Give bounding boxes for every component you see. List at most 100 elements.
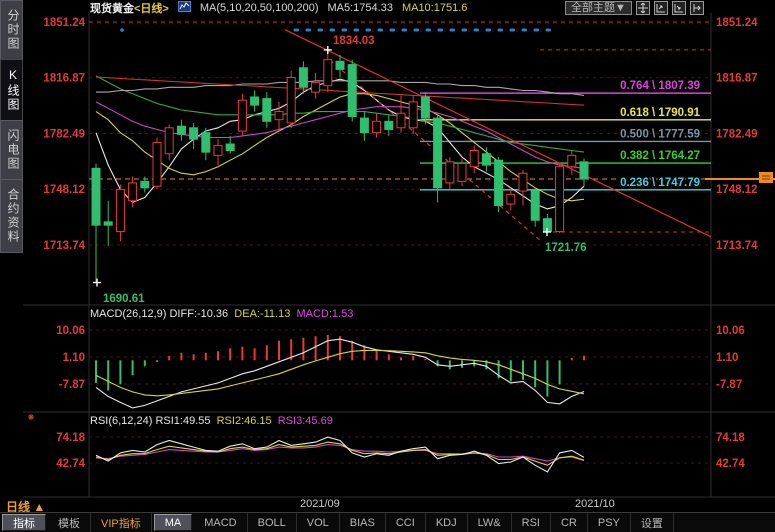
macd-macd-value: MACD:1.53 <box>296 308 353 320</box>
axis-label-left: 1816.87 <box>43 73 85 85</box>
axis-label-right: 1748.12 <box>716 184 758 196</box>
toolbar-item-BOLL[interactable]: BOLL <box>248 513 297 532</box>
sidebar-item-1[interactable]: K线图 <box>0 59 23 120</box>
sidebar-item-0[interactable]: 分时图 <box>0 0 23 59</box>
axis-label-left: 1782.49 <box>43 128 85 140</box>
fib-label: 0.500 \ 1777.59 <box>620 128 700 140</box>
trading-app-window: 1834.031721.761690.610.764 \ 1807.390.61… <box>0 0 775 532</box>
candle-body <box>580 162 588 179</box>
candle-body <box>568 155 576 166</box>
axis-label-right: 1851.24 <box>716 17 758 29</box>
chart-toolbar-top: 全部主题▼ <box>565 1 704 15</box>
rsi-panel <box>96 437 584 472</box>
rsi-line-RSI1 <box>96 437 584 472</box>
rsi2-value: RSI2:46.15 <box>217 415 272 427</box>
toolbar-item-指标[interactable]: 指标 <box>2 514 46 531</box>
candle-body <box>360 118 368 133</box>
rsi-panel-header: RSI(6,12,24) RSI1:49.55 RSI2:46.15 RSI3:… <box>90 415 333 427</box>
candle-body <box>275 112 283 120</box>
macd-panel-header: MACD(26,12,9) DIFF:-10.36 DEA:-11.13 MAC… <box>90 308 353 320</box>
move-crosshair-icon[interactable] <box>636 1 650 15</box>
macd-panel <box>96 335 584 408</box>
price-annotation: 1834.03 <box>333 35 375 47</box>
toolbar-item-VIP指标[interactable]: VIP指标 <box>91 513 152 532</box>
candle-body <box>202 133 210 152</box>
axis-label-right: 1816.87 <box>716 73 758 85</box>
candle-body <box>348 65 356 117</box>
toolbar-item-LW&[interactable]: LW& <box>468 513 512 532</box>
fib-label: 0.764 \ 1807.39 <box>620 80 700 92</box>
toolbar-item-模板[interactable]: 模板 <box>48 513 91 532</box>
candle-body <box>165 128 173 154</box>
candle-body <box>214 146 222 156</box>
toolbar-item-PSY[interactable]: PSY <box>588 513 631 532</box>
period-tag: <日线> <box>134 3 169 15</box>
pane-export-icon[interactable] <box>690 1 704 15</box>
candle-body <box>336 61 344 69</box>
toolbar-item-VOL[interactable]: VOL <box>297 513 340 532</box>
candle-body <box>397 113 405 128</box>
candle-body <box>421 97 429 118</box>
indicator-toolbar: 指标模板VIP指标MAMACDBOLLVOLBIASCCIKDJLW&RSICR… <box>0 512 775 532</box>
axis-label-right: 1782.49 <box>716 128 758 140</box>
candle-body <box>153 142 161 186</box>
candle-body <box>141 181 149 187</box>
axis-label-right: 1713.74 <box>716 240 758 252</box>
toolbar-item-MACD[interactable]: MACD <box>194 513 247 532</box>
candle-body <box>226 144 234 150</box>
axis-label-left: 1748.12 <box>43 184 85 196</box>
blue-kline-icon <box>178 1 191 15</box>
toolbar-item-BIAS[interactable]: BIAS <box>340 513 386 532</box>
macd-dea-value: DEA:-11.13 <box>234 308 290 320</box>
candle-body <box>519 173 527 191</box>
toolbar-item-CCI[interactable]: CCI <box>386 513 426 532</box>
axis-label-left: 1851.24 <box>43 17 85 29</box>
ma-params-label: MA(5,10,20,50,100,200) <box>200 2 319 14</box>
rsi1-value: RSI1:49.55 <box>155 415 210 427</box>
candle-body <box>482 154 490 165</box>
axis-label-right: 74.18 <box>716 432 745 444</box>
price-tag <box>759 172 773 183</box>
x-axis-label-0: 2021/09 <box>300 498 340 510</box>
axis-label-left: 42.74 <box>56 458 85 470</box>
candle-body <box>324 60 332 86</box>
fib-label: 0.236 \ 1747.79 <box>620 177 700 189</box>
sidebar-item-3[interactable]: 合约资料 <box>0 179 23 253</box>
candle-body <box>92 168 100 225</box>
candle-body <box>385 121 393 129</box>
axis-label-right: 42.74 <box>716 458 745 470</box>
axis-zoom-in-icon[interactable] <box>654 1 668 15</box>
candle-body <box>263 99 271 122</box>
axis-label-left: 74.18 <box>56 432 85 444</box>
axis-label-right: -7.87 <box>716 379 742 391</box>
main-panel <box>89 22 712 283</box>
candle-body <box>458 163 466 181</box>
candle-body <box>299 68 307 87</box>
candle-body <box>251 97 259 105</box>
x-axis-label-1: 2021/10 <box>575 498 615 510</box>
chart-canvas[interactable]: 1834.031721.761690.610.764 \ 1807.390.61… <box>0 0 775 532</box>
toolbar-item-KDJ[interactable]: KDJ <box>426 513 468 532</box>
axis-label-right: 10.06 <box>716 325 745 337</box>
price-annotation: 1721.76 <box>545 242 587 254</box>
blue-dot <box>120 28 124 32</box>
toolbar-item-MA[interactable]: MA <box>154 514 193 531</box>
candle-body <box>495 160 503 205</box>
rsi-name: RSI(6,12,24) <box>90 415 152 427</box>
axis-label-left: 1.10 <box>63 352 85 364</box>
fib-label: 0.382 \ 1764.27 <box>620 150 700 162</box>
theme-dropdown-button[interactable]: 全部主题▼ <box>565 1 632 15</box>
candle-body <box>116 189 124 231</box>
toolbar-item-设置[interactable]: 设置 <box>631 513 674 532</box>
axis-zoom-out-icon[interactable] <box>672 1 686 15</box>
sidebar-item-2[interactable]: 闪电图 <box>0 120 23 179</box>
candle-body <box>434 118 442 188</box>
toolbar-item-CR[interactable]: CR <box>551 513 588 532</box>
price-annotation: 1690.61 <box>103 293 145 305</box>
ma5-value: MA5:1754.33 <box>328 2 393 14</box>
candle-body <box>104 222 112 225</box>
ma10-value: MA10:1751.6 <box>402 2 467 14</box>
axis-label-left: 10.06 <box>56 325 85 337</box>
toolbar-item-RSI[interactable]: RSI <box>512 513 551 532</box>
candle-body <box>177 126 185 134</box>
